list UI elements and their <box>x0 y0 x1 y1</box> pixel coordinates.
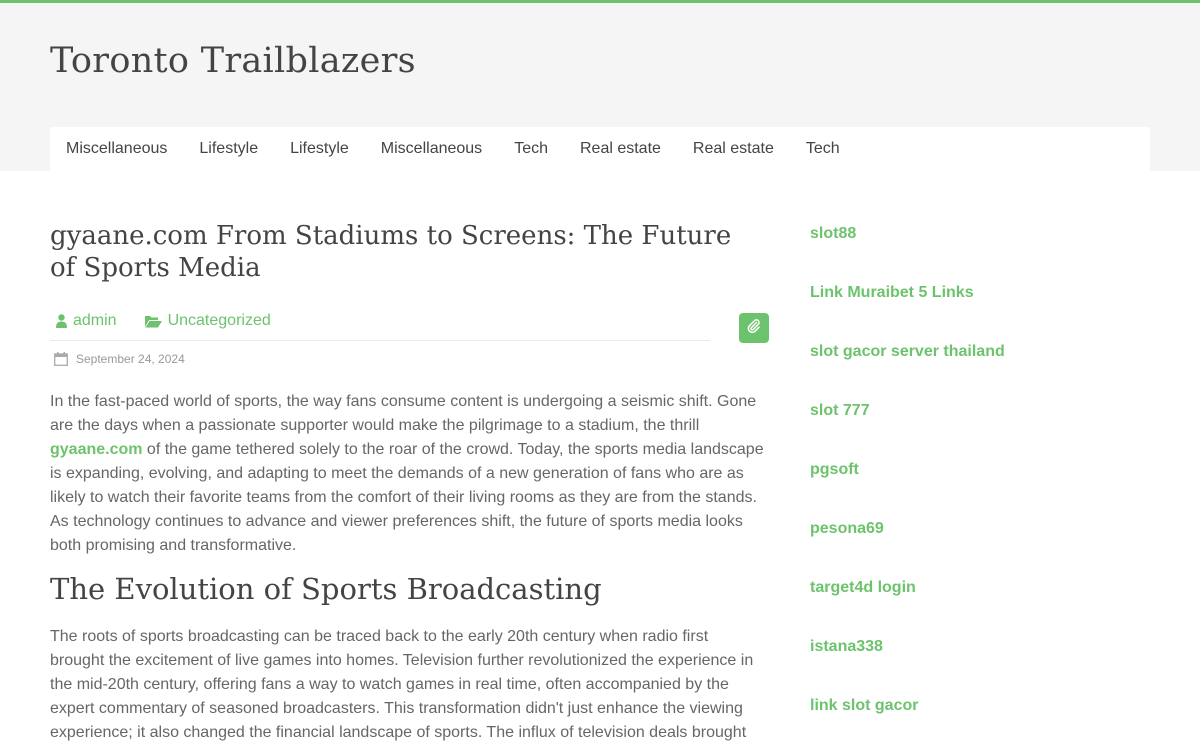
nav-item-miscellaneous[interactable]: Miscellaneous <box>50 127 183 171</box>
sidebar-link-slot88[interactable]: slot88 <box>810 222 1150 281</box>
sidebar-link-slot-gacor-thailand[interactable]: slot gacor server thailand <box>810 340 1150 399</box>
paragraph-text: of the game tethered solely to the roar … <box>50 441 764 554</box>
nav-item-lifestyle[interactable]: Lifestyle <box>274 127 365 171</box>
site-header: Toronto Trailblazers Miscellaneous Lifes… <box>0 3 1200 171</box>
author-link[interactable]: admin <box>73 312 117 330</box>
sidebar: slot88 Link Muraibet 5 Links slot gacor … <box>810 222 1150 753</box>
section-heading: The Evolution of Sports Broadcasting <box>50 572 602 606</box>
paperclip-icon <box>747 318 761 338</box>
post-format-button[interactable] <box>739 313 769 343</box>
folder-open-icon <box>144 315 162 328</box>
main-navigation: Miscellaneous Lifestyle Lifestyle Miscel… <box>50 127 1150 171</box>
gyaane-link[interactable]: gyaane.com <box>50 441 142 458</box>
sidebar-link-istana338[interactable]: istana338 <box>810 635 1150 694</box>
author-meta[interactable]: admin <box>56 312 117 330</box>
post-date-text[interactable]: September 24, 2024 <box>76 352 185 366</box>
nav-item-lifestyle[interactable]: Lifestyle <box>183 127 274 171</box>
nav-item-real-estate[interactable]: Real estate <box>677 127 790 171</box>
sidebar-link-pesona69[interactable]: pesona69 <box>810 517 1150 576</box>
post-meta: admin Uncategorized <box>50 302 710 341</box>
sidebar-link-slot-gacor[interactable]: link slot gacor <box>810 694 1150 753</box>
article-paragraph-1: In the fast-paced world of sports, the w… <box>50 390 766 558</box>
category-meta[interactable]: Uncategorized <box>144 312 271 330</box>
nav-item-tech[interactable]: Tech <box>498 127 564 171</box>
nav-item-real-estate[interactable]: Real estate <box>564 127 677 171</box>
sidebar-link-slot-777[interactable]: slot 777 <box>810 399 1150 458</box>
post-date: September 24, 2024 <box>54 352 185 366</box>
site-title[interactable]: Toronto Trailblazers <box>50 41 416 81</box>
nav-item-tech[interactable]: Tech <box>790 127 856 171</box>
sidebar-link-muraibet[interactable]: Link Muraibet 5 Links <box>810 281 1150 340</box>
calendar-icon <box>54 352 68 366</box>
post-title[interactable]: gyaane.com From Stadiums to Screens: The… <box>50 220 750 284</box>
article: gyaane.com From Stadiums to Screens: The… <box>50 220 770 741</box>
category-link[interactable]: Uncategorized <box>168 312 271 330</box>
nav-item-miscellaneous[interactable]: Miscellaneous <box>365 127 498 171</box>
article-paragraph-2: The roots of sports broadcasting can be … <box>50 628 754 741</box>
sidebar-link-target4d-login[interactable]: target4d login <box>810 576 1150 635</box>
sidebar-link-pgsoft[interactable]: pgsoft <box>810 458 1150 517</box>
paragraph-text: In the fast-paced world of sports, the w… <box>50 393 757 434</box>
user-icon <box>56 314 67 328</box>
